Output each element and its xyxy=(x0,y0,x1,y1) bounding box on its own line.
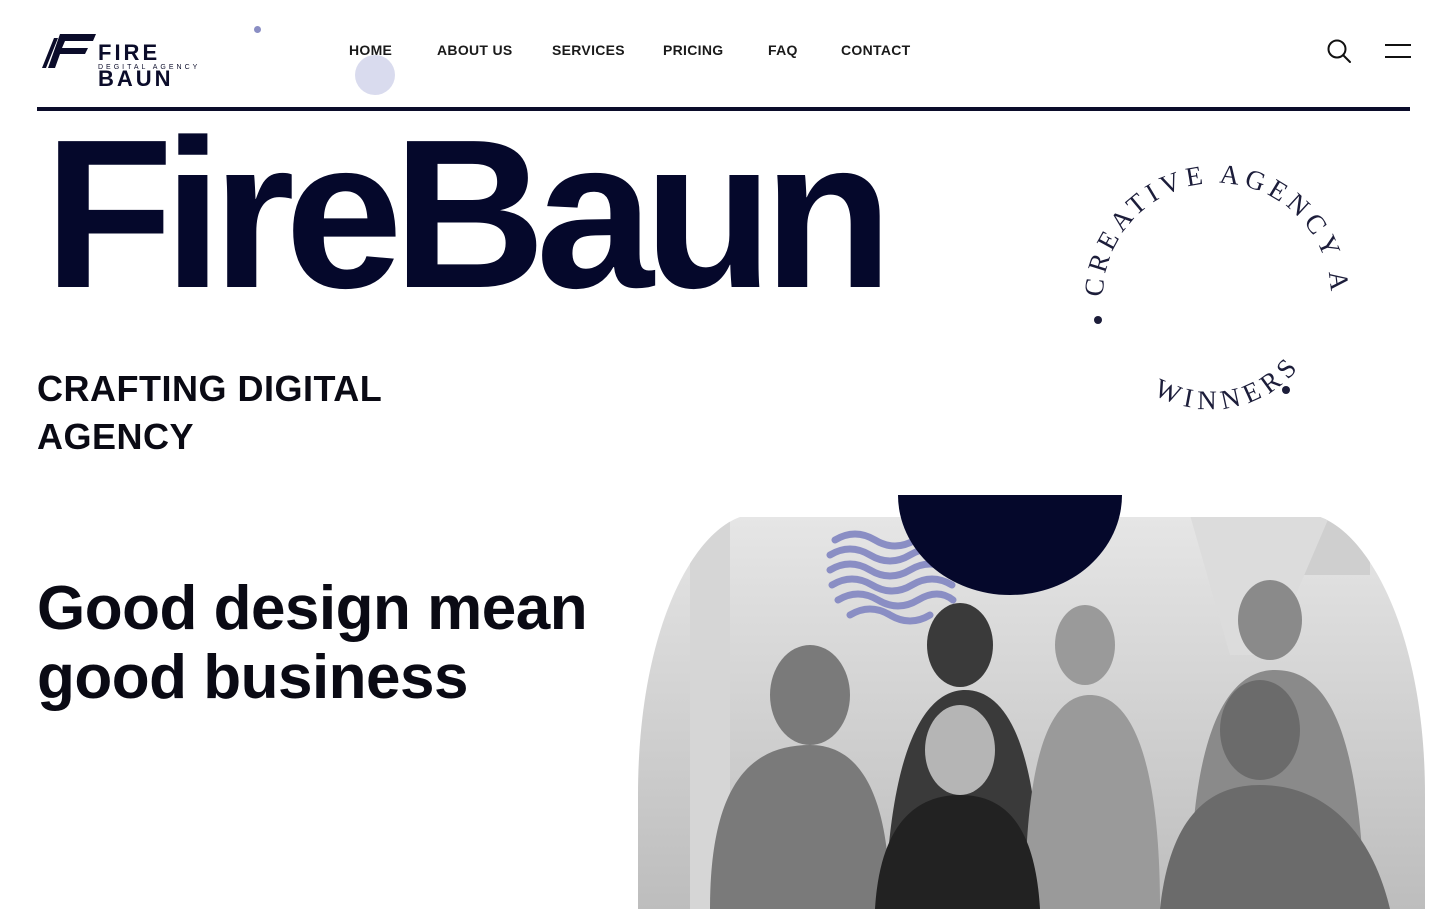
logo-f-mark-icon xyxy=(42,34,96,68)
badge-dot-left xyxy=(1094,316,1102,324)
decorative-dot xyxy=(254,26,261,33)
team-photo xyxy=(638,495,1425,909)
search-icon[interactable] xyxy=(1326,38,1352,64)
svg-text:WINNERS: WINNERS xyxy=(1151,348,1307,415)
svg-text:CREATIVE AGENCY AWARD: CREATIVE AGENCY AWARD xyxy=(1075,155,1355,298)
logo[interactable]: FIRE BAUN DEGITAL AGENCY xyxy=(40,30,230,91)
brand-title: FireBaun xyxy=(44,95,893,332)
hamburger-menu-icon[interactable] xyxy=(1384,42,1412,60)
badge-dot-right xyxy=(1282,386,1290,394)
nav-contact[interactable]: CONTACT xyxy=(841,42,911,58)
logo-tagline: DEGITAL AGENCY xyxy=(98,64,201,71)
hero-headline: Good design mean good business xyxy=(37,574,588,712)
badge-text: CREATIVE AGENCY AWARD xyxy=(1075,155,1350,298)
badge-bottom-text: WINNERS xyxy=(1151,348,1301,415)
nav-about-us[interactable]: ABOUT US xyxy=(437,42,513,58)
nav-pricing[interactable]: PRICING xyxy=(663,42,723,58)
nav-services[interactable]: SERVICES xyxy=(552,42,625,58)
site-header: FIRE BAUN DEGITAL AGENCY HOME ABOUT US S… xyxy=(0,0,1453,110)
cursor-follower xyxy=(355,55,395,95)
nav-faq[interactable]: FAQ xyxy=(768,42,798,58)
hero-tagline: CRAFTING DIGITAL AGENCY xyxy=(37,368,382,457)
award-badge: CREATIVE AGENCY AWARD WINNERS xyxy=(1075,155,1355,415)
